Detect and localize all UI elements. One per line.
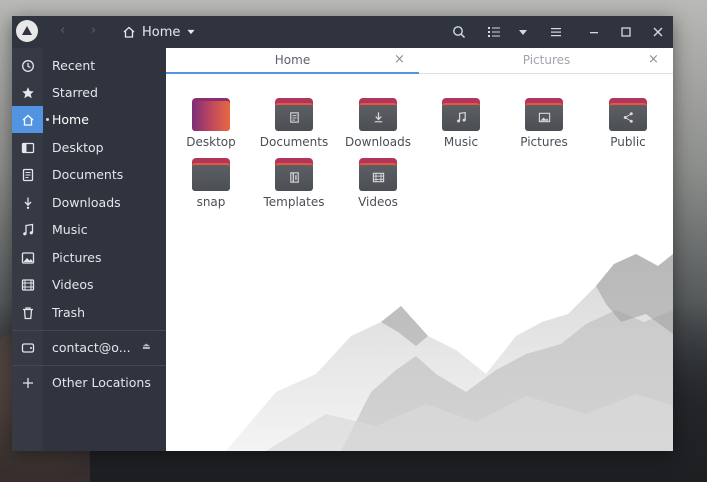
file-label: Downloads: [345, 135, 411, 149]
file-label: Public: [610, 135, 646, 149]
eject-icon[interactable]: ⏏: [142, 342, 151, 352]
home-icon: [123, 26, 135, 38]
sidebar-item-label: Desktop: [52, 140, 104, 155]
downloads-folder-icon: [359, 98, 397, 131]
sidebar-divider: [12, 330, 166, 331]
sidebar-item-label: Videos: [52, 277, 94, 292]
desktop-folder-icon: [192, 98, 230, 131]
main-menu-button[interactable]: [548, 24, 564, 40]
public-folder-icon: [609, 98, 647, 131]
picture-icon: [20, 250, 35, 265]
snap-folder-icon: [192, 158, 230, 191]
sidebar-item-starred[interactable]: Starred: [12, 79, 166, 106]
sidebar-item-videos[interactable]: Videos: [12, 271, 166, 298]
chevron-down-icon: [187, 29, 195, 35]
sidebar-item-mount[interactable]: contact@o... ⏏: [12, 334, 166, 361]
path-label: Home: [142, 24, 181, 40]
app-menu-icon[interactable]: [16, 20, 38, 42]
file-label: Pictures: [520, 135, 568, 149]
tab-pictures-close-icon[interactable]: ×: [648, 48, 659, 72]
file-item-templates[interactable]: Templates: [252, 158, 336, 212]
hamburger-icon: [551, 28, 561, 37]
file-item-music[interactable]: Music: [419, 98, 503, 152]
home-icon: [20, 112, 35, 127]
star-icon: [20, 85, 35, 100]
file-label: Music: [443, 135, 479, 149]
documents-folder-icon: [275, 98, 313, 131]
path-bar-home[interactable]: Home: [122, 22, 196, 42]
chevron-down-icon: [519, 30, 527, 35]
file-item-documents[interactable]: Documents: [252, 98, 336, 152]
file-label: Desktop: [186, 135, 236, 149]
music-icon: [20, 222, 35, 237]
sidebar-item-trash[interactable]: Trash: [12, 299, 166, 326]
sidebar-item-other-locations[interactable]: Other Locations: [12, 369, 166, 396]
sidebar-item-label: Other Locations: [52, 375, 151, 390]
file-item-downloads[interactable]: Downloads: [336, 98, 420, 152]
sidebar-item-downloads[interactable]: Downloads: [12, 189, 166, 216]
videos-folder-icon: [359, 158, 397, 191]
sidebar-item-recent[interactable]: Recent: [12, 52, 166, 79]
view-options-button[interactable]: [515, 24, 531, 40]
file-manager-window: ‹ › Home Recent Starred Home Desktop Doc…: [12, 16, 673, 451]
file-item-public[interactable]: Public: [586, 98, 670, 152]
tab-home-close-icon[interactable]: ×: [394, 48, 405, 72]
file-item-videos[interactable]: Videos: [336, 158, 420, 212]
minimize-button[interactable]: [586, 24, 602, 40]
search-icon: [453, 26, 466, 39]
sidebar-item-label: Documents: [52, 167, 124, 182]
sidebar-item-label: Recent: [52, 58, 96, 73]
file-view: Desktop Documents Downloads Music Pictur…: [166, 74, 673, 451]
sidebar-item-label: Downloads: [52, 195, 121, 210]
sidebar-item-music[interactable]: Music: [12, 216, 166, 243]
close-icon: [653, 27, 663, 37]
close-button[interactable]: [650, 24, 666, 40]
file-label: Videos: [358, 195, 398, 209]
file-item-pictures[interactable]: Pictures: [502, 98, 586, 152]
document-icon: [20, 167, 35, 182]
header-bar: ‹ › Home: [12, 16, 673, 48]
sidebar-item-label: contact@o...: [52, 340, 131, 355]
sidebar-item-label: Music: [52, 222, 88, 237]
sidebar-item-label: Home: [52, 112, 89, 127]
file-item-snap[interactable]: snap: [169, 158, 253, 212]
file-label: snap: [196, 195, 226, 209]
forward-button[interactable]: ›: [91, 23, 96, 38]
tab-label: Home: [274, 53, 311, 67]
sidebar-item-home[interactable]: Home: [12, 106, 166, 133]
tab-pictures[interactable]: Pictures: [420, 48, 673, 74]
list-view-icon: [488, 27, 500, 37]
download-icon: [20, 195, 35, 210]
view-list-button[interactable]: [486, 24, 502, 40]
file-item-desktop[interactable]: Desktop: [169, 98, 253, 152]
desktop-icon: [20, 140, 35, 155]
clock-icon: [20, 58, 35, 73]
templates-folder-icon: [275, 158, 313, 191]
tab-label: Pictures: [522, 53, 571, 67]
search-button[interactable]: [451, 24, 467, 40]
sidebar: Recent Starred Home Desktop Documents Do…: [12, 48, 166, 451]
sidebar-item-documents[interactable]: Documents: [12, 161, 166, 188]
network-drive-icon: [20, 340, 35, 355]
music-folder-icon: [442, 98, 480, 131]
maximize-button[interactable]: [618, 24, 634, 40]
sidebar-item-pictures[interactable]: Pictures: [12, 244, 166, 271]
trash-icon: [20, 305, 35, 320]
sidebar-item-label: Trash: [52, 305, 86, 320]
tab-bar: Home × Pictures ×: [166, 48, 673, 74]
sidebar-divider: [12, 365, 166, 366]
pictures-folder-icon: [525, 98, 563, 131]
sidebar-item-label: Pictures: [52, 250, 102, 265]
video-icon: [20, 277, 35, 292]
sidebar-item-desktop[interactable]: Desktop: [12, 134, 166, 161]
file-label: Templates: [263, 195, 325, 209]
maximize-icon: [621, 27, 631, 37]
plus-icon: [20, 375, 35, 390]
sidebar-item-label: Starred: [52, 85, 98, 100]
current-location-dot: [46, 118, 49, 121]
back-button[interactable]: ‹: [60, 23, 65, 38]
minimize-icon: [590, 32, 598, 34]
tab-home[interactable]: Home: [166, 48, 419, 74]
file-label: Documents: [259, 135, 329, 149]
